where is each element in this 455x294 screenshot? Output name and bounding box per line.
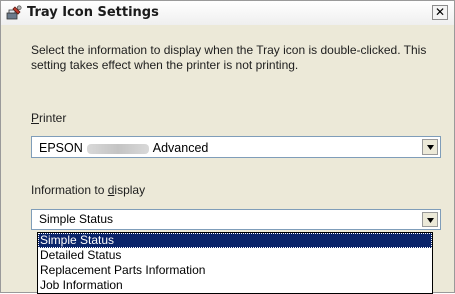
printer-wrench-icon [6,5,22,21]
close-button[interactable]: ✕ [432,5,448,20]
information-label-text-start: Information to [31,183,108,197]
option-job-information[interactable]: Job Information [38,278,432,293]
printer-model-redacted [86,143,149,154]
information-label-text-end: isplay [114,183,146,197]
title-bar[interactable]: Tray Icon Settings ✕ [1,1,454,25]
information-options-list[interactable]: Simple Status Detailed Status Replacemen… [37,232,433,294]
printer-select-value: EPSON Advanced [39,141,208,155]
information-dropdown-button[interactable] [422,212,438,227]
option-replacement-parts-information[interactable]: Replacement Parts Information [38,263,432,278]
information-label: Information to display [31,183,145,197]
close-icon: ✕ [434,5,446,19]
description-text: Select the information to display when t… [31,43,427,72]
window-title: Tray Icon Settings [27,5,159,20]
printer-label-text: rinter [39,111,67,125]
printer-label: Printer [31,111,66,125]
chevron-down-icon [427,218,434,223]
chevron-down-icon [427,145,434,150]
printer-label-accelerator: P [31,111,40,125]
printer-dropdown-button[interactable] [422,139,438,155]
printer-variant: Advanced [152,141,209,155]
information-select[interactable]: Simple Status [31,209,441,230]
printer-brand: EPSON [39,141,83,155]
printer-select[interactable]: EPSON Advanced [31,136,441,158]
information-select-value: Simple Status [39,212,114,226]
option-simple-status[interactable]: Simple Status [38,233,432,248]
option-detailed-status[interactable]: Detailed Status [38,248,432,263]
